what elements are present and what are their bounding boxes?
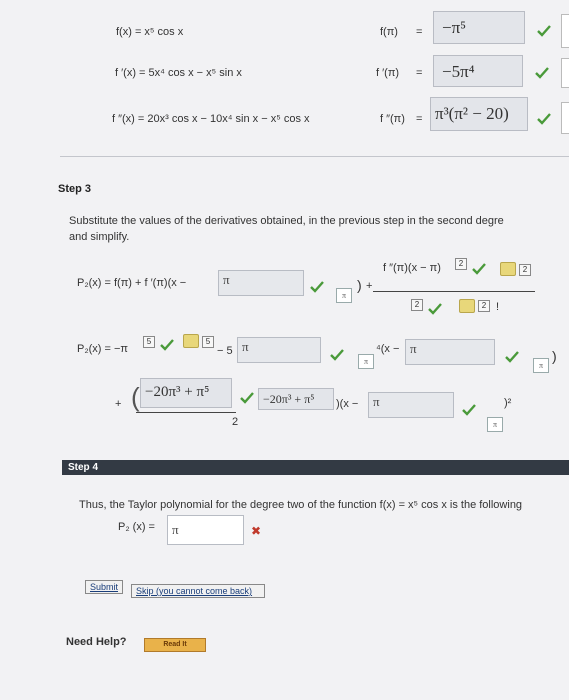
p2-input[interactable]: π [218, 270, 304, 296]
f2-pi-label: f ″(π) [380, 113, 405, 125]
exponent-box[interactable]: 2 [455, 258, 467, 270]
plus-sign: + [115, 398, 122, 410]
pi-button[interactable]: π [336, 288, 352, 303]
fraction-numerator: f ″(π)(x − π) [383, 262, 441, 274]
equals-sign: = [416, 67, 423, 79]
line3-numerator[interactable]: −20π³ + π⁵ [140, 378, 232, 408]
open-paren: ( [131, 382, 140, 412]
f1-definition: f ′(x) = 5x⁴ cos x − x⁵ sin x [115, 67, 242, 79]
submit-button[interactable]: Submit [85, 580, 124, 594]
check-icon [535, 66, 549, 79]
p2-line2-input[interactable]: π [237, 337, 321, 363]
f1-pi-answer[interactable]: −5π⁴ [433, 55, 523, 87]
side-panel [561, 102, 569, 134]
check-icon [310, 280, 324, 293]
fraction-bar [373, 291, 535, 292]
pi-button[interactable]: π [533, 358, 549, 373]
close-paren: ) [357, 277, 362, 293]
p2-final-label: P₂ (x) = [118, 521, 155, 533]
pi-button[interactable]: π [358, 354, 374, 369]
need-help-label: Need Help? [66, 636, 127, 648]
check-icon [160, 338, 174, 351]
p2-formula: P₂(x) = f(π) + f ′(π)(x − [77, 277, 187, 289]
check-icon [537, 112, 551, 125]
check-icon [537, 24, 551, 37]
check-icon [330, 348, 344, 361]
p2-final-input[interactable]: π [167, 515, 244, 545]
key-icon[interactable] [183, 334, 199, 348]
read-it-button[interactable]: Read It [144, 638, 206, 652]
fraction-bar [136, 412, 236, 413]
factorial-box[interactable]: 2 [478, 300, 490, 312]
f2-definition: f ″(x) = 20x³ cos x − 10x⁴ sin x − x⁵ co… [112, 113, 310, 125]
check-icon [240, 391, 254, 404]
exponent-box[interactable]: 5 [143, 336, 155, 348]
exponent-box[interactable]: 5 [202, 336, 214, 348]
section-divider [60, 156, 569, 157]
wrong-icon: ✖ [251, 524, 262, 538]
check-icon [472, 262, 486, 275]
key-icon[interactable] [500, 262, 516, 276]
step4-text: Thus, the Taylor polynomial for the degr… [79, 499, 523, 511]
plus-sign: + [366, 280, 373, 292]
f1-pi-label: f ′(π) [376, 67, 400, 79]
check-icon [428, 302, 442, 315]
p2-line2-input2[interactable]: π [405, 339, 495, 365]
side-panel [561, 14, 569, 48]
f-definition: f(x) = x⁵ cos x [116, 26, 184, 38]
step4-title: Step 4 [62, 460, 569, 475]
denominator: 2 [232, 416, 239, 428]
f-pi-label: f(π) [380, 26, 398, 38]
denominator-box[interactable]: 2 [411, 299, 423, 311]
step3-instruction-line1: Substitute the values of the derivatives… [69, 215, 504, 227]
side-panel [561, 58, 569, 88]
line3-input[interactable]: π [368, 392, 454, 418]
skip-button[interactable]: Skip (you cannot come back) [131, 584, 265, 598]
exponent-box[interactable]: 2 [519, 264, 531, 276]
step3-instruction-line2: and simplify. [69, 231, 130, 243]
line3-answer[interactable]: −20π³ + π⁵ [258, 388, 334, 410]
f-pi-answer[interactable]: −π⁵ [433, 11, 525, 44]
equals-sign: = [416, 113, 423, 125]
factorial-mark: ! [496, 301, 500, 313]
check-icon [462, 403, 476, 416]
pi-button[interactable]: π [487, 417, 503, 432]
minus-five: − 5 [217, 345, 233, 357]
f2-pi-answer[interactable]: π³(π² − 20) [430, 97, 528, 131]
p2-line2: P₂(x) = −π [77, 343, 128, 355]
step3-title: Step 3 [58, 183, 92, 195]
x-minus: ⁴(x − [376, 343, 400, 355]
x-minus: )(x − [336, 398, 359, 410]
squared: )² [504, 397, 512, 409]
equals-sign: = [416, 26, 423, 38]
key-icon[interactable] [459, 299, 475, 313]
close-paren: ) [552, 348, 557, 364]
check-icon [505, 350, 519, 363]
